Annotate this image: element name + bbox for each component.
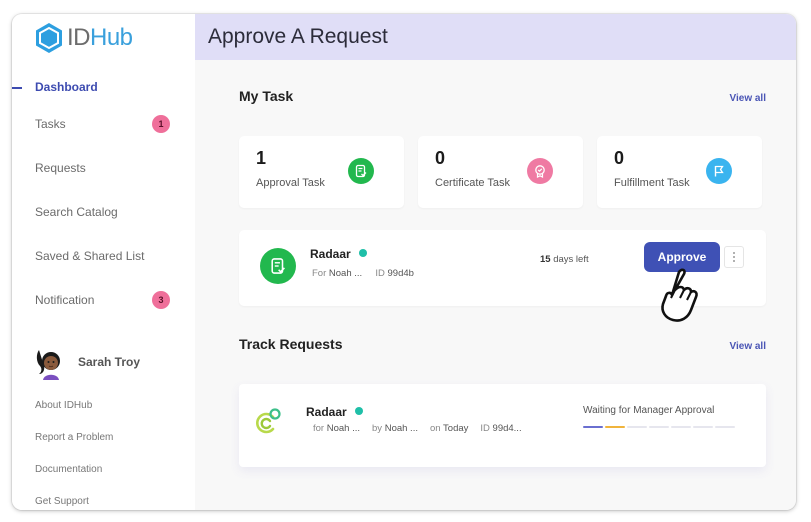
progress-step — [627, 426, 647, 428]
get-support-link[interactable]: Get Support — [35, 496, 113, 510]
sidebar-item-label: Tasks — [35, 117, 66, 131]
sidebar-item-tasks[interactable]: Tasks 1 — [12, 102, 195, 146]
stat-count: 0 — [614, 148, 625, 168]
by-value: Noah ... — [384, 423, 418, 434]
logo-text-hub: Hub — [90, 24, 133, 51]
days-left: 15 days left — [540, 254, 589, 265]
progress-step — [583, 426, 603, 428]
on-label: on — [429, 423, 441, 434]
track-requests-title: Track Requests — [239, 336, 343, 352]
status-dot — [354, 407, 363, 415]
user-name: Sarah Troy — [78, 355, 141, 369]
progress-step — [649, 426, 669, 428]
logo-text: IDHub — [67, 24, 133, 52]
notification-count-badge: 3 — [152, 291, 170, 309]
sidebar: IDHub Dashboard Tasks 1 Requests Search … — [12, 14, 195, 510]
sidebar-item-label: Requests — [35, 161, 86, 175]
id-label: ID — [480, 423, 490, 434]
approval-doc-icon — [260, 248, 296, 284]
task-meta: For Noah ... ID 99d4b — [312, 268, 414, 279]
certificate-badge-icon — [527, 158, 553, 184]
request-on: on Today — [430, 423, 468, 434]
id-value: 99d4b — [387, 268, 414, 279]
request-for: for Noah ... — [313, 423, 360, 434]
sidebar-item-search-catalog[interactable]: Search Catalog — [12, 190, 195, 234]
report-problem-link[interactable]: Report a Problem — [35, 432, 113, 464]
progress-step — [715, 426, 735, 428]
more-options-button[interactable] — [724, 246, 744, 268]
tasks-count-badge: 1 — [152, 115, 170, 133]
page-title: Approve A Request — [208, 25, 388, 48]
sidebar-item-requests[interactable]: Requests — [12, 146, 195, 190]
tracked-request-item[interactable]: Radaar for Noah ... by Noah ... on Today… — [239, 384, 766, 467]
app-window: IDHub Dashboard Tasks 1 Requests Search … — [12, 14, 796, 510]
for-value: Noah ... — [326, 423, 361, 434]
request-id: ID 99d4... — [480, 423, 521, 434]
id-value: 99d4... — [492, 423, 522, 434]
logo-text-id: ID — [67, 24, 91, 51]
stat-label: Fulfillment Task — [614, 177, 690, 189]
stat-label: Certificate Task — [435, 177, 510, 189]
by-label: by — [372, 423, 383, 434]
status-dot — [358, 249, 367, 257]
progress-step — [605, 426, 625, 428]
task-name-text: Radaar — [310, 247, 351, 261]
flag-icon — [706, 158, 732, 184]
stat-label: Approval Task — [256, 177, 325, 189]
certificate-task-card[interactable]: 0 Certificate Task — [418, 136, 583, 208]
request-status: Waiting for Manager Approval — [583, 405, 715, 416]
for-label: for — [313, 423, 325, 434]
track-requests-view-all-link[interactable]: View all — [729, 341, 766, 352]
user-profile[interactable]: Sarah Troy — [34, 344, 140, 380]
main-content: Approve A Request My Task View all 1 App… — [195, 14, 796, 510]
approval-task-card[interactable]: 1 Approval Task — [239, 136, 404, 208]
request-app-icon — [256, 408, 281, 434]
sidebar-item-label: Dashboard — [35, 80, 98, 94]
sidebar-item-saved-shared-list[interactable]: Saved & Shared List — [12, 234, 195, 278]
about-link[interactable]: About IDHub — [35, 400, 113, 432]
sidebar-item-dashboard[interactable]: Dashboard — [12, 72, 195, 102]
hexagon-logo-icon — [36, 23, 62, 53]
id-label: ID — [375, 268, 385, 279]
task-name: Radaar — [310, 247, 367, 261]
sidebar-item-label: Search Catalog — [35, 205, 118, 219]
sidebar-item-label: Notification — [35, 293, 95, 307]
on-value: Today — [443, 423, 469, 434]
progress-step — [671, 426, 691, 428]
sidebar-item-notification[interactable]: Notification 3 — [12, 278, 195, 322]
approval-doc-icon — [348, 158, 374, 184]
request-name: Radaar — [306, 405, 363, 419]
days-count: 15 — [540, 254, 551, 265]
sidebar-nav: Dashboard Tasks 1 Requests Search Catalo… — [12, 72, 195, 322]
hand-pointer-cursor-icon — [661, 268, 698, 322]
fulfillment-task-card[interactable]: 0 Fulfillment Task — [597, 136, 762, 208]
my-task-title: My Task — [239, 88, 294, 104]
progress-step — [693, 426, 713, 428]
stat-count: 0 — [435, 148, 446, 168]
my-task-view-all-link[interactable]: View all — [729, 93, 766, 104]
logo[interactable]: IDHub — [34, 22, 133, 54]
sidebar-item-label: Saved & Shared List — [35, 249, 145, 263]
days-label: days left — [553, 254, 589, 265]
for-value: Noah ... — [328, 268, 363, 279]
documentation-link[interactable]: Documentation — [35, 464, 113, 496]
request-meta: for Noah ... by Noah ... on Today ID 99d… — [313, 423, 522, 434]
for-label: For — [312, 268, 327, 279]
page-header: Approve A Request — [195, 14, 796, 60]
request-name-text: Radaar — [306, 405, 347, 419]
approval-progress-bar — [583, 426, 735, 428]
avatar — [36, 350, 60, 380]
request-by: by Noah ... — [372, 423, 418, 434]
pending-task-item[interactable]: Radaar For Noah ... ID 99d4b 15 days lef… — [239, 230, 766, 322]
stat-count: 1 — [256, 148, 267, 168]
footer-links: About IDHub Report a Problem Documentati… — [35, 400, 113, 510]
